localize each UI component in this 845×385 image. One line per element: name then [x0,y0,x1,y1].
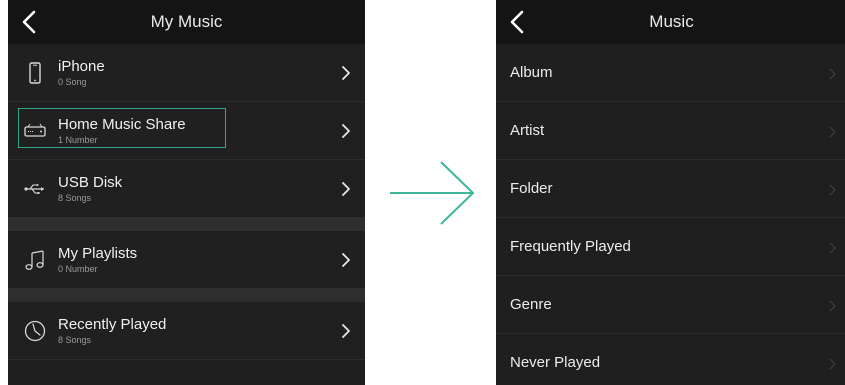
list-item-album[interactable]: Album [496,44,845,101]
list-item-iphone[interactable]: iPhone 0 Song [8,44,365,101]
list-item-recently-played[interactable]: Recently Played 8 Songs [8,302,365,359]
music-screen: Music Album Artist Folder Frequently Pla… [496,0,845,385]
section-gap [8,288,365,302]
chevron-right-icon [829,357,837,369]
item-label: Frequently Played [510,238,631,255]
title-bar: My Music [8,0,365,44]
list-item-artist[interactable]: Artist [496,102,845,159]
my-music-screen: My Music iPhone 0 Song Home Music Share … [8,0,365,385]
chevron-right-icon [341,252,351,268]
list-item-never-played[interactable]: Never Played [496,334,845,385]
page-title: Music [649,12,694,31]
item-label: Home Music Share [58,115,186,133]
item-count: 0 Song [58,76,87,87]
item-label: Genre [510,296,552,313]
chevron-right-icon [341,123,351,139]
chevron-right-icon [829,183,837,195]
chevron-right-icon [341,65,351,81]
list-item-frequently-played[interactable]: Frequently Played [496,218,845,275]
item-label: Artist [510,122,545,139]
back-button[interactable] [504,8,532,36]
chevron-right-icon [829,125,837,137]
list-item-usb-disk[interactable]: USB Disk 8 Songs [8,160,365,217]
chevron-right-icon [829,299,837,311]
item-label: My Playlists [58,244,138,262]
title-bar: Music [496,0,845,44]
chevron-right-icon [341,323,351,339]
divider [8,359,365,360]
section-gap [8,217,365,231]
chevron-left-icon [510,10,524,34]
back-button[interactable] [16,8,44,36]
chevron-right-icon [341,181,351,197]
list-item-genre[interactable]: Genre [496,276,845,333]
list-item-home-music-share[interactable]: Home Music Share 1 Number [8,102,365,159]
item-label: USB Disk [58,173,123,191]
item-label: Folder [510,180,553,197]
item-label: Never Played [510,354,601,371]
item-label: iPhone [58,57,105,75]
usb-icon [22,176,48,202]
item-count: 1 Number [58,134,98,145]
page-title: My Music [150,12,223,31]
item-count: 0 Number [58,263,98,274]
chevron-right-icon [829,241,837,253]
arrow-right-icon [390,161,475,225]
item-count: 8 Songs [58,334,92,345]
list-item-folder[interactable]: Folder [496,160,845,217]
chevron-right-icon [829,67,837,79]
item-label: Recently Played [58,315,167,333]
router-icon [22,118,48,144]
item-label: Album [510,64,553,81]
music-note-icon [22,247,48,273]
phone-icon [22,60,48,86]
item-count: 8 Songs [58,192,92,203]
chevron-left-icon [22,10,36,34]
list-item-my-playlists[interactable]: My Playlists 0 Number [8,231,365,288]
clock-icon [22,318,48,344]
